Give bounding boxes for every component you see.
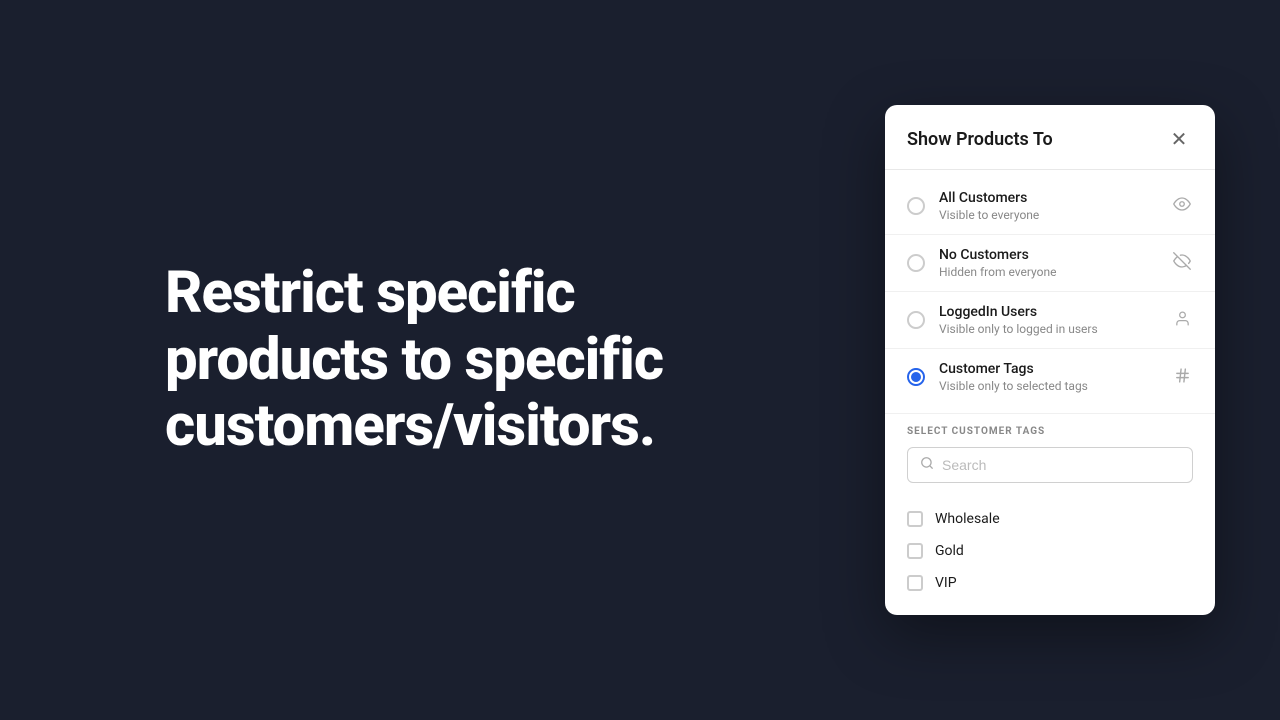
option-text-loggedin-users: LoggedIn Users Visible only to logged in… (939, 304, 1171, 336)
modal-title: Show Products To (907, 129, 1053, 150)
tag-name-vip: VIP (935, 575, 957, 591)
option-text-all-customers: All Customers Visible to everyone (939, 190, 1171, 222)
tag-name-gold: Gold (935, 543, 964, 559)
select-tags-label: SELECT CUSTOMER TAGS (907, 426, 1193, 437)
option-no-customers[interactable]: No Customers Hidden from everyone (885, 234, 1215, 291)
radio-no-customers[interactable] (907, 254, 925, 272)
option-sublabel-customer-tags: Visible only to selected tags (939, 379, 1171, 393)
tag-name-wholesale: Wholesale (935, 511, 1000, 527)
user-icon (1171, 310, 1193, 331)
eye-off-icon (1171, 252, 1193, 274)
radio-loggedin-users[interactable] (907, 311, 925, 329)
option-loggedin-users[interactable]: LoggedIn Users Visible only to logged in… (885, 291, 1215, 348)
option-sublabel-no-customers: Hidden from everyone (939, 265, 1171, 279)
close-button[interactable]: ✕ (1165, 125, 1193, 153)
tag-item-vip[interactable]: VIP (907, 567, 1193, 599)
option-label-all-customers: All Customers (939, 190, 1171, 206)
tag-list: Wholesale Gold VIP (885, 503, 1215, 615)
radio-all-customers[interactable] (907, 197, 925, 215)
right-section: Show Products To ✕ All Customers Visible… (880, 105, 1220, 615)
option-label-customer-tags: Customer Tags (939, 361, 1171, 377)
modal-header: Show Products To ✕ (885, 105, 1215, 170)
headline: Restrict specific products to specific c… (165, 260, 715, 460)
checkbox-wholesale[interactable] (907, 511, 923, 527)
option-text-no-customers: No Customers Hidden from everyone (939, 247, 1171, 279)
search-box[interactable] (907, 447, 1193, 483)
option-customer-tags[interactable]: Customer Tags Visible only to selected t… (885, 348, 1215, 405)
eye-icon (1171, 195, 1193, 217)
search-icon (920, 456, 934, 474)
select-tags-section: SELECT CUSTOMER TAGS (885, 413, 1215, 503)
tag-item-gold[interactable]: Gold (907, 535, 1193, 567)
modal-options: All Customers Visible to everyone No Cus… (885, 170, 1215, 413)
option-text-customer-tags: Customer Tags Visible only to selected t… (939, 361, 1171, 393)
checkbox-vip[interactable] (907, 575, 923, 591)
radio-customer-tags[interactable] (907, 368, 925, 386)
left-section: Restrict specific products to specific c… (0, 200, 880, 520)
search-input[interactable] (942, 457, 1180, 473)
option-label-loggedin-users: LoggedIn Users (939, 304, 1171, 320)
modal: Show Products To ✕ All Customers Visible… (885, 105, 1215, 615)
option-all-customers[interactable]: All Customers Visible to everyone (885, 178, 1215, 234)
checkbox-gold[interactable] (907, 543, 923, 559)
option-label-no-customers: No Customers (939, 247, 1171, 263)
close-icon: ✕ (1171, 127, 1188, 151)
tag-item-wholesale[interactable]: Wholesale (907, 503, 1193, 535)
option-sublabel-loggedin-users: Visible only to logged in users (939, 322, 1171, 336)
hash-icon (1171, 367, 1193, 388)
option-sublabel-all-customers: Visible to everyone (939, 208, 1171, 222)
